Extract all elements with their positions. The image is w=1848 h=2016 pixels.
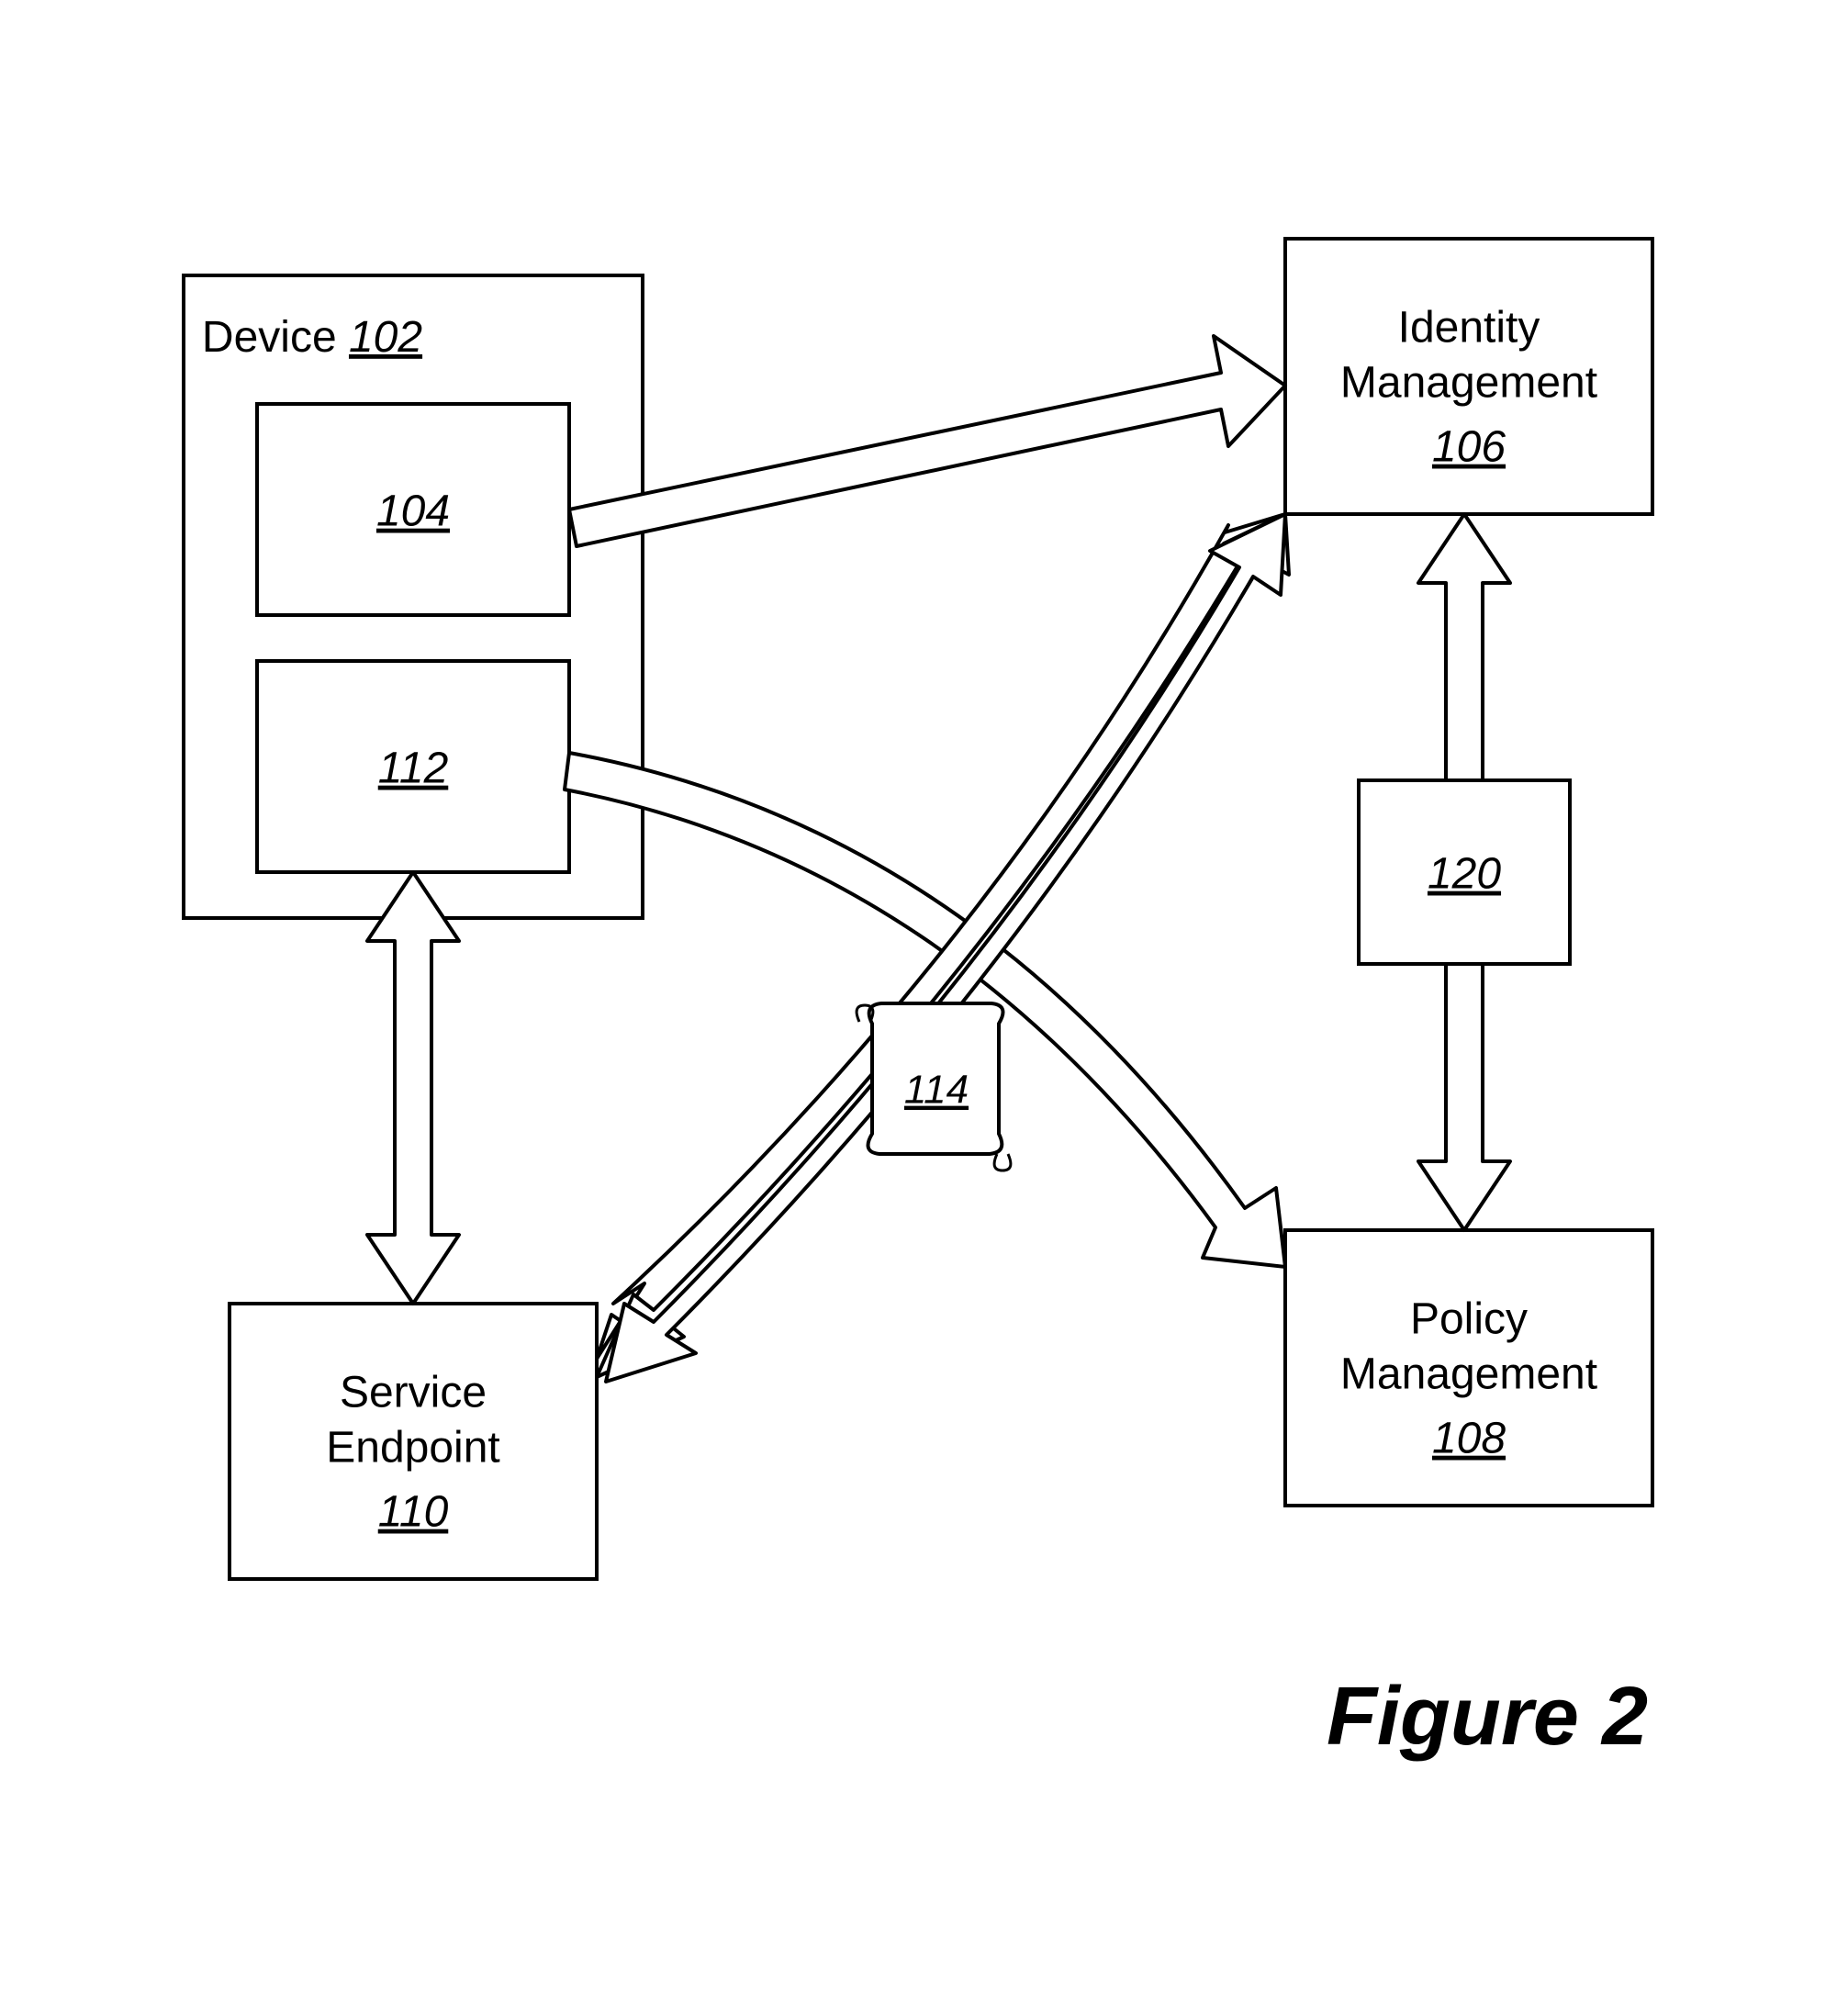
identity-line2: Management — [1340, 359, 1597, 408]
service-line2: Endpoint — [326, 1424, 500, 1473]
service-endpoint-box: Service Endpoint 110 — [230, 1304, 597, 1579]
identity-ref: 106 — [1432, 423, 1506, 472]
policy-management-box: Policy Management 108 — [1285, 1230, 1652, 1506]
arrow-104-to-identity — [569, 336, 1285, 546]
service-ref: 110 — [378, 1488, 449, 1537]
identity-line1: Identity — [1398, 304, 1540, 353]
inner-112-ref: 112 — [378, 745, 449, 793]
policy-ref: 108 — [1432, 1415, 1506, 1463]
policy-line2: Management — [1340, 1350, 1597, 1399]
scroll-ref: 114 — [904, 1068, 969, 1113]
inner-104-ref: 104 — [376, 487, 450, 536]
box-120-ref-overlay: 120 — [1428, 850, 1501, 899]
figure-caption: Figure 2 — [1327, 1671, 1648, 1763]
arrow-112-service — [367, 872, 459, 1304]
device-label: Device — [202, 313, 337, 362]
identity-management-box: Identity Management 106 — [1285, 239, 1652, 514]
svg-text:Device 102: Device 102 — [202, 313, 422, 362]
service-line1: Service — [340, 1369, 487, 1417]
scroll-icon: 114 — [857, 1003, 1011, 1170]
inner-box-104: 104 — [257, 404, 569, 615]
device-ref: 102 — [349, 313, 422, 362]
policy-line1: Policy — [1410, 1295, 1528, 1344]
inner-box-112: 112 — [257, 661, 569, 872]
